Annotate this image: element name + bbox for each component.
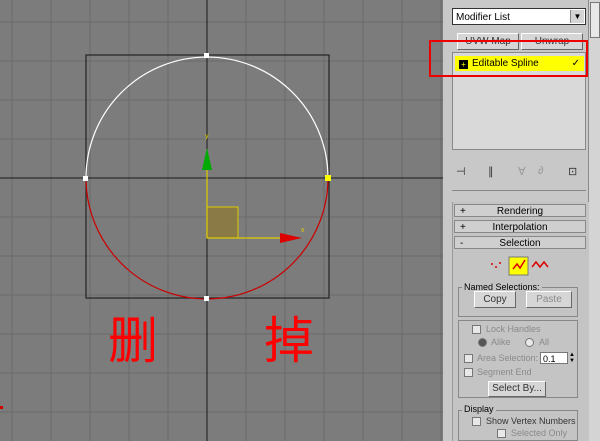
all-label: All	[539, 337, 550, 347]
viewport[interactable]: y x 删 掉	[0, 0, 443, 441]
gizmo-y-label: y	[205, 133, 209, 140]
rollout-selection[interactable]: - Selection	[454, 236, 586, 249]
paste-button[interactable]: Paste	[526, 291, 572, 308]
area-selection-label: Area Selection:	[477, 353, 539, 363]
stack-toolbar: ⊣ ∥ ∀ ∂ ⊡	[452, 163, 586, 183]
select-by-button[interactable]: Select By...	[488, 381, 546, 397]
lock-handles-checkbox[interactable]	[472, 325, 481, 334]
show-end-result-icon[interactable]: ∥	[488, 165, 494, 178]
scrollbar-thumb[interactable]	[590, 2, 600, 38]
vertex-right-selected	[325, 175, 331, 181]
remove-modifier-icon[interactable]: ∂	[538, 165, 543, 177]
rollout-interpolation[interactable]: + Interpolation	[454, 220, 586, 233]
display-label: Display	[462, 404, 496, 414]
gizmo-y-arrow	[202, 148, 212, 170]
copy-button[interactable]: Copy	[474, 291, 516, 308]
vertex-level-icon[interactable]	[491, 262, 501, 268]
selected-only-label: Selected Only	[511, 428, 568, 438]
modifier-list-label: Modifier List	[456, 12, 510, 23]
alike-radio[interactable]	[478, 338, 487, 347]
highlight-box	[429, 40, 588, 77]
spinner-arrows-icon[interactable]: ▲ ▼	[569, 352, 577, 364]
area-selection-checkbox[interactable]	[464, 354, 473, 363]
rollout-sign: -	[460, 238, 464, 249]
pin-stack-icon[interactable]: ⊣	[456, 165, 466, 178]
segment-end-label: Segment End	[477, 367, 532, 377]
vertex-left	[83, 176, 88, 181]
viewport-canvas: y x 删 掉	[0, 0, 443, 441]
make-unique-icon[interactable]: ∀	[518, 165, 526, 178]
rollout-sign: +	[460, 206, 466, 217]
lock-handles-label: Lock Handles	[486, 324, 541, 334]
spline-level-icon[interactable]	[531, 260, 549, 269]
vertex-top	[204, 53, 209, 58]
viewport-corner-mark	[0, 406, 3, 409]
sub-object-levels	[491, 256, 549, 276]
rollout-sign: +	[460, 222, 466, 233]
configure-sets-icon[interactable]: ⊡	[568, 165, 577, 178]
separator	[452, 190, 586, 191]
gizmo-x-label: x	[301, 227, 305, 234]
show-vertex-numbers-checkbox[interactable]	[472, 417, 481, 426]
rollout-rendering[interactable]: + Rendering	[454, 204, 586, 217]
show-vertex-numbers-label: Show Vertex Numbers	[486, 416, 576, 426]
segment-end-checkbox[interactable]	[464, 368, 473, 377]
rollout-label: Interpolation	[492, 222, 548, 233]
chevron-down-icon[interactable]: ▼	[570, 10, 584, 23]
modifier-list-dropdown[interactable]: Modifier List ▼	[452, 8, 586, 25]
all-radio[interactable]	[525, 338, 534, 347]
vertex-bottom	[204, 296, 209, 301]
alike-label: Alike	[491, 337, 511, 347]
gizmo-plane	[206, 206, 239, 239]
gizmo-x-arrow	[280, 233, 302, 243]
rollout-label: Selection	[499, 238, 541, 249]
panel-scrollbar[interactable]	[588, 0, 600, 441]
rollout-label: Rendering	[496, 206, 544, 217]
area-selection-input[interactable]: 0.1	[540, 352, 568, 364]
handwritten-annotation: 删 掉	[108, 312, 359, 370]
selected-only-checkbox[interactable]	[497, 429, 506, 438]
